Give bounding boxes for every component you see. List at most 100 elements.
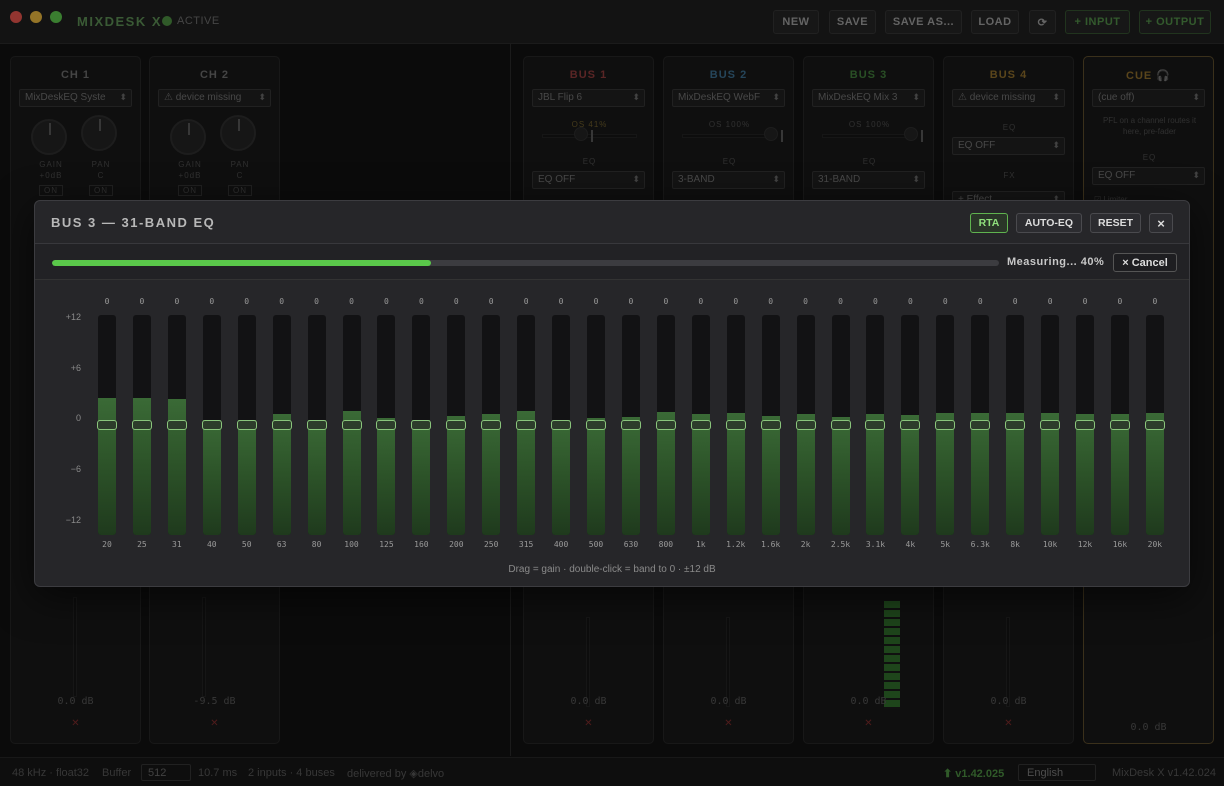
band-gain-handle[interactable] <box>1075 420 1096 430</box>
auto-eq-button[interactable]: AUTO-EQ <box>1016 213 1082 233</box>
rta-level-fill <box>831 416 850 535</box>
band-frequency-label: 315 <box>518 540 534 549</box>
band-gain-handle[interactable] <box>620 420 641 430</box>
eq-band-8k[interactable]: 0 8k <box>1004 281 1026 587</box>
band-gain-value: 0 <box>1152 297 1158 306</box>
rta-level-fill <box>866 414 885 535</box>
rta-level-fill <box>1076 414 1095 535</box>
band-gain-handle[interactable] <box>411 420 432 430</box>
band-frequency-label: 12k <box>1077 540 1093 549</box>
rta-level-fill <box>621 416 640 535</box>
band-gain-value: 0 <box>104 297 110 306</box>
band-gain-handle[interactable] <box>1040 420 1061 430</box>
eq-band-400[interactable]: 0 400 <box>550 281 572 587</box>
rta-level-fill <box>447 415 466 535</box>
band-gain-handle[interactable] <box>830 420 851 430</box>
eq-band-10k[interactable]: 0 10k <box>1039 281 1061 587</box>
band-gain-value: 0 <box>838 297 843 306</box>
eq-band-31[interactable]: 0 31 <box>166 281 188 587</box>
band-frequency-label: 50 <box>241 540 252 549</box>
band-gain-value: 0 <box>593 297 599 306</box>
band-gain-handle[interactable] <box>271 420 292 430</box>
eq-band-100[interactable]: 0 100 <box>341 281 363 587</box>
eq-band-160[interactable]: 0 160 <box>410 281 432 587</box>
eq-band-25[interactable]: 0 25 <box>131 281 153 587</box>
band-gain-handle[interactable] <box>376 420 397 430</box>
band-gain-handle[interactable] <box>551 420 572 430</box>
eq-band-1k[interactable]: 0 1k <box>690 281 712 587</box>
eq-band-2.5k[interactable]: 0 2.5k <box>830 281 852 587</box>
eq-band-6.3k[interactable]: 0 6.3k <box>969 281 991 587</box>
band-gain-handle[interactable] <box>725 420 746 430</box>
band-gain-value: 0 <box>803 297 808 306</box>
band-gain-handle[interactable] <box>131 420 152 430</box>
band-gain-handle[interactable] <box>201 420 222 430</box>
band-frequency-label: 25 <box>137 540 147 549</box>
modal-header: BUS 3 — 31-BAND EQ RTA AUTO-EQ RESET × <box>35 201 1189 244</box>
eq-band-16k[interactable]: 0 16k <box>1109 281 1131 587</box>
eq-band-40[interactable]: 0 40 <box>201 281 223 587</box>
eq-band-80[interactable]: 0 80 <box>306 281 328 587</box>
eq-band-2k[interactable]: 0 2k <box>795 281 817 587</box>
scale-label: −12 <box>65 515 81 525</box>
eq-band-20[interactable]: 0 20 <box>96 281 118 587</box>
eq-band-630[interactable]: 0 630 <box>620 281 642 587</box>
band-frequency-label: 4k <box>905 540 916 549</box>
band-gain-handle[interactable] <box>481 420 502 430</box>
band-gain-handle[interactable] <box>1144 420 1165 430</box>
rta-level-fill <box>237 420 256 535</box>
band-frequency-label: 500 <box>588 540 604 549</box>
eq-band-315[interactable]: 0 315 <box>515 281 537 587</box>
reset-button[interactable]: RESET <box>1090 213 1141 233</box>
rta-level-fill <box>1041 413 1060 535</box>
eq-band-1.2k[interactable]: 0 1.2k <box>725 281 747 587</box>
eq-band-5k[interactable]: 0 5k <box>934 281 956 587</box>
band-gain-value: 0 <box>558 297 564 306</box>
rta-level-fill <box>971 413 990 535</box>
band-gain-handle[interactable] <box>586 420 607 430</box>
rta-level-fill <box>412 420 431 535</box>
band-gain-handle[interactable] <box>341 420 362 430</box>
band-gain-handle[interactable] <box>760 420 781 430</box>
band-gain-handle[interactable] <box>795 420 816 430</box>
band-gain-value: 0 <box>1082 297 1088 306</box>
rta-level-fill <box>307 420 326 535</box>
band-gain-handle[interactable] <box>935 420 956 430</box>
rta-level-fill <box>482 414 501 535</box>
band-gain-value: 0 <box>139 297 145 306</box>
band-gain-handle[interactable] <box>865 420 886 430</box>
eq-band-800[interactable]: 0 800 <box>655 281 677 587</box>
band-gain-handle[interactable] <box>970 420 991 430</box>
band-gain-handle[interactable] <box>516 420 537 430</box>
eq-band-500[interactable]: 0 500 <box>585 281 607 587</box>
rta-button[interactable]: RTA <box>970 213 1008 233</box>
close-icon[interactable]: × <box>1149 213 1173 233</box>
band-gain-handle[interactable] <box>97 420 117 430</box>
band-gain-handle[interactable] <box>166 420 187 430</box>
eq-band-250[interactable]: 0 250 <box>480 281 502 587</box>
eq-band-20k[interactable]: 0 20k <box>1144 281 1166 587</box>
band-gain-handle[interactable] <box>1109 420 1130 430</box>
eq-band-50[interactable]: 0 50 <box>236 281 258 587</box>
eq-band-63[interactable]: 0 63 <box>271 281 293 587</box>
band-gain-handle[interactable] <box>306 420 327 430</box>
band-gain-handle[interactable] <box>900 420 921 430</box>
band-frequency-label: 100 <box>344 540 359 549</box>
band-gain-handle[interactable] <box>690 420 711 430</box>
band-gain-handle[interactable] <box>1005 420 1026 430</box>
eq-band-area: +12 +6 0 −6 −12 Drag = gain · double-cli… <box>35 281 1189 587</box>
cancel-button[interactable]: × Cancel <box>1113 253 1177 272</box>
band-gain-handle[interactable] <box>655 420 676 430</box>
eq-band-4k[interactable]: 0 4k <box>899 281 921 587</box>
eq-band-12k[interactable]: 0 12k <box>1074 281 1096 587</box>
band-gain-value: 0 <box>244 297 250 306</box>
eq-band-1.6k[interactable]: 0 1.6k <box>760 281 782 587</box>
eq-band-125[interactable]: 0 125 <box>375 281 397 587</box>
band-gain-handle[interactable] <box>236 420 257 430</box>
band-gain-value: 0 <box>698 297 704 306</box>
eq-band-200[interactable]: 0 200 <box>445 281 467 587</box>
eq-band-3.1k[interactable]: 0 3.1k <box>864 281 886 587</box>
band-gain-handle[interactable] <box>446 420 467 430</box>
band-gain-value: 0 <box>523 297 529 306</box>
rta-level-fill <box>587 417 606 535</box>
